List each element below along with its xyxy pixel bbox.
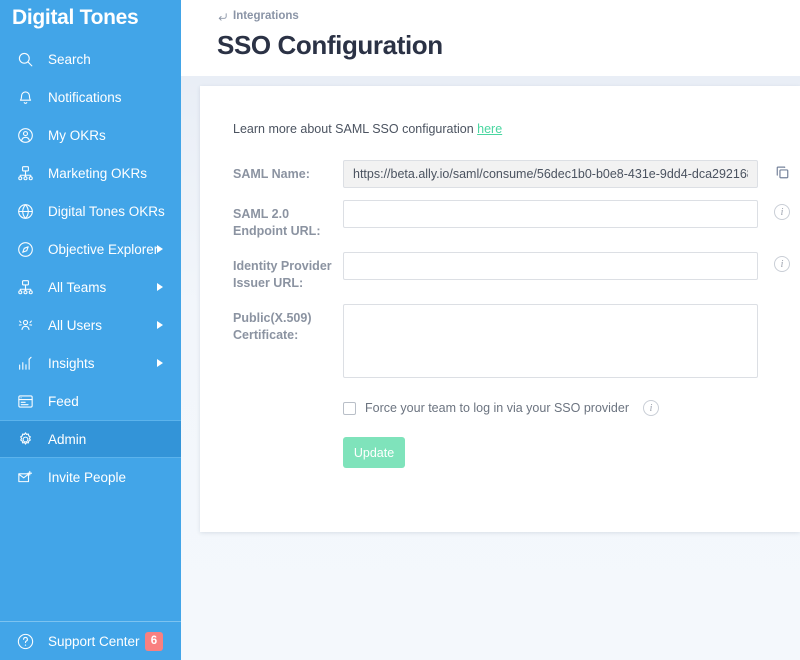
certificate-label: Public(X.509) Certificate:	[233, 311, 312, 342]
copy-icon[interactable]	[774, 164, 791, 186]
field-row-saml-name: SAML Name:	[233, 160, 800, 188]
field-row-saml-2-0-endpoint-url: SAML 2.0 Endpoint URL: i	[233, 200, 800, 240]
back-arrow-icon	[217, 11, 228, 22]
sidebar-item-label: Notifications	[48, 89, 122, 105]
info-icon[interactable]: i	[643, 400, 660, 416]
info-icon[interactable]: i	[774, 256, 790, 272]
question-circle-icon	[14, 630, 36, 652]
page-title: SSO Configuration	[217, 30, 443, 60]
sidebar-item-all-users[interactable]: All Users	[0, 306, 181, 344]
sidebar-item-label: Admin	[48, 431, 87, 447]
sidebar-item-digital-tones-okrs[interactable]: Digital Tones OKRs	[0, 192, 181, 230]
bar-chart-icon	[14, 352, 36, 374]
sidebar-item-label: Objective Explorer	[48, 241, 159, 257]
content-area: Learn more about SAML SSO configuration …	[181, 76, 800, 660]
field-label-saml-name: SAML Name:	[233, 167, 310, 181]
org-chart-icon	[14, 162, 36, 184]
search-icon	[14, 48, 36, 70]
input-identity-provider-issuer-url[interactable]	[343, 252, 758, 280]
sidebar-item-label: Support Center	[48, 633, 140, 649]
input-saml-name[interactable]	[343, 160, 758, 188]
sidebar-item-my-okrs[interactable]: My OKRs	[0, 116, 181, 154]
sidebar-item-label: Marketing OKRs	[48, 165, 148, 181]
learn-more-text: Learn more about SAML SSO configuration …	[233, 122, 800, 136]
input-saml-2-0-endpoint-url[interactable]	[343, 200, 758, 228]
sidebar-item-notifications[interactable]: Notifications	[0, 78, 181, 116]
sidebar-footer: Support Center 6	[0, 621, 181, 660]
chevron-right-icon[interactable]	[157, 321, 163, 329]
learn-more-link[interactable]: here	[477, 122, 502, 136]
main-region: Integrations SSO Configuration Learn mor…	[181, 0, 800, 660]
breadcrumb[interactable]: Integrations	[217, 10, 800, 22]
sidebar: Digital Tones Search Notifications My OKRs…	[0, 0, 181, 660]
sidebar-item-label: All Users	[48, 317, 103, 333]
support-badge: 6	[145, 631, 163, 651]
sidebar-item-label: Digital Tones OKRs	[48, 203, 165, 219]
feed-icon	[14, 390, 36, 412]
sidebar-item-objective-explorer[interactable]: Objective Explorer	[0, 230, 181, 268]
sidebar-item-invite-people[interactable]: Invite People	[0, 458, 181, 496]
force-sso-label: Force your team to log in via your SSO p…	[365, 401, 630, 415]
chevron-right-icon[interactable]	[157, 245, 163, 253]
field-control	[343, 252, 758, 280]
compass-icon	[14, 238, 36, 260]
app-root: Digital Tones Search Notifications My OKRs…	[0, 0, 800, 660]
learn-more-prefix: Learn more about SAML SSO configuration	[233, 122, 478, 136]
bell-icon	[14, 86, 36, 108]
brand-title: Digital Tones	[12, 6, 139, 29]
certificate-textarea[interactable]	[343, 304, 758, 378]
force-sso-row: Force your team to log in via your SSO p…	[343, 400, 800, 416]
users-group-icon	[14, 314, 36, 336]
sidebar-item-label: Invite People	[48, 469, 127, 485]
certificate-control	[343, 304, 758, 383]
user-circle-icon	[14, 124, 36, 146]
field-label-identity-provider-issuer-url: Identity Provider Issuer URL:	[233, 259, 332, 290]
sidebar-item-label: Feed	[48, 393, 79, 409]
force-sso-checkbox[interactable]	[343, 401, 356, 415]
field-control	[343, 160, 758, 188]
sidebar-item-feed[interactable]: Feed	[0, 382, 181, 420]
update-button[interactable]: Update	[343, 437, 405, 468]
field-label-saml-2-0-endpoint-url: SAML 2.0 Endpoint URL:	[233, 207, 321, 238]
sso-config-card: Learn more about SAML SSO configuration …	[200, 86, 800, 532]
globe-icon	[14, 200, 36, 222]
field-trailing: i	[774, 200, 790, 220]
sidebar-item-support-center[interactable]: Support Center 6	[0, 622, 181, 660]
sidebar-item-admin[interactable]: Admin	[0, 420, 181, 458]
sidebar-item-label: My OKRs	[48, 127, 106, 143]
org-chart-icon	[14, 276, 36, 298]
sidebar-item-label: Search	[48, 51, 91, 67]
sidebar-item-label: Insights	[48, 355, 95, 371]
field-trailing	[774, 160, 791, 186]
sidebar-item-search[interactable]: Search	[0, 40, 181, 78]
gear-icon	[14, 428, 36, 450]
field-row-identity-provider-issuer-url: Identity Provider Issuer URL: i	[233, 252, 800, 292]
breadcrumb-label: Integrations	[233, 10, 299, 22]
info-icon[interactable]: i	[774, 204, 790, 220]
sidebar-item-label: All Teams	[48, 279, 107, 295]
sidebar-item-marketing-okrs[interactable]: Marketing OKRs	[0, 154, 181, 192]
field-row-certificate: Public(X.509) Certificate:	[233, 304, 800, 383]
envelope-plus-icon	[14, 466, 36, 488]
chevron-right-icon[interactable]	[157, 359, 163, 367]
sidebar-item-insights[interactable]: Insights	[0, 344, 181, 382]
chevron-right-icon[interactable]	[157, 283, 163, 291]
topbar: Integrations SSO Configuration	[181, 0, 800, 76]
form-fields: SAML Name:SAML 2.0 Endpoint URL:iIdentit…	[233, 160, 800, 292]
sidebar-item-all-teams[interactable]: All Teams	[0, 268, 181, 306]
field-control	[343, 200, 758, 228]
field-trailing: i	[774, 252, 790, 272]
sidebar-nav: Search Notifications My OKRs Marketing OKRs…	[0, 36, 181, 496]
